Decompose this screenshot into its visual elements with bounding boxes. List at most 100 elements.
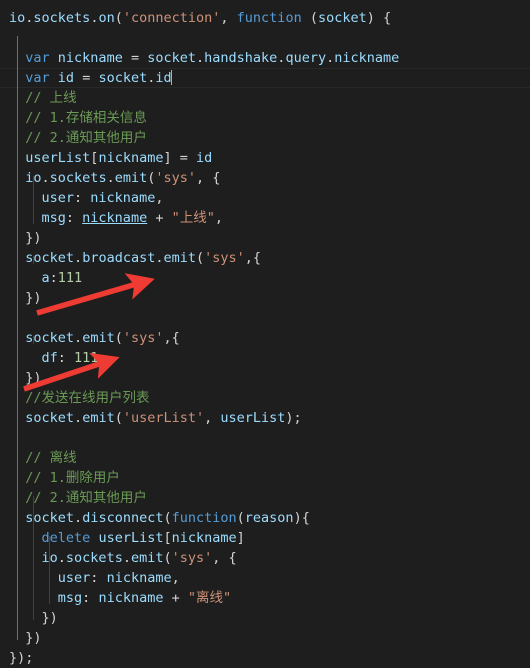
token-comment: // 1.删除用户 bbox=[25, 470, 120, 486]
token-identifier: nickname bbox=[57, 50, 123, 66]
code-line[interactable]: io.sockets.emit('sys', { bbox=[0, 168, 530, 188]
code-line[interactable]: socket.emit('userList', userList); bbox=[0, 408, 530, 428]
token-identifier: socket bbox=[25, 410, 75, 426]
token-string: 'sys' bbox=[155, 170, 197, 186]
token-identifier: emit bbox=[114, 170, 148, 186]
token-identifier: nickname bbox=[334, 50, 400, 66]
token-comment: // 离线 bbox=[25, 450, 77, 466]
code-line[interactable]: // 上线 bbox=[0, 88, 530, 108]
token-identifier-link[interactable]: nickname bbox=[82, 210, 147, 226]
code-line[interactable]: a:111 bbox=[0, 268, 530, 288]
code-line[interactable]: io.sockets.emit('sys', { bbox=[0, 548, 530, 568]
token-identifier: on bbox=[98, 10, 115, 26]
code-line[interactable]: }) bbox=[0, 288, 530, 308]
token-punctuation: . bbox=[122, 550, 131, 566]
code-line[interactable]: socket.broadcast.emit('sys',{ bbox=[0, 248, 530, 268]
token-identifier: id bbox=[57, 70, 75, 86]
token-identifier: reason bbox=[244, 510, 294, 526]
token-identifier: query bbox=[285, 50, 327, 66]
token-punctuation: , bbox=[155, 190, 164, 206]
token-identifier: nickname bbox=[98, 590, 164, 606]
code-line[interactable]: socket.disconnect(function(reason){ bbox=[0, 508, 530, 528]
code-line[interactable]: df: 111 bbox=[0, 348, 530, 368]
token-identifier: socket bbox=[98, 70, 148, 86]
token-keyword: function bbox=[236, 10, 302, 26]
token-property: msg bbox=[41, 210, 66, 226]
token-number: 111 bbox=[57, 270, 83, 286]
code-editor[interactable]: io.sockets.on('connection', function (so… bbox=[0, 0, 530, 666]
token-punctuation: ){ bbox=[293, 510, 310, 526]
token-identifier: sockets bbox=[33, 10, 91, 26]
token-punctuation: }) bbox=[41, 610, 58, 626]
code-line[interactable]: // 2.通知其他用户 bbox=[0, 488, 530, 508]
code-line[interactable]: msg: nickname + "离线" bbox=[0, 588, 530, 608]
code-line[interactable]: // 1.删除用户 bbox=[0, 468, 530, 488]
code-line[interactable]: }) bbox=[0, 628, 530, 648]
token-punctuation: + bbox=[163, 590, 188, 606]
token-punctuation: [ bbox=[163, 530, 172, 546]
token-property: a bbox=[41, 270, 50, 286]
token-identifier: nickname bbox=[98, 150, 164, 166]
code-line[interactable] bbox=[0, 28, 530, 48]
token-number: 111 bbox=[74, 350, 99, 366]
code-line[interactable]: // 1.存储相关信息 bbox=[0, 108, 530, 128]
token-punctuation: = bbox=[74, 70, 99, 86]
code-line-current[interactable]: var id = socket.id bbox=[0, 68, 530, 88]
token-identifier: io bbox=[9, 10, 26, 26]
token-punctuation: ( bbox=[114, 10, 123, 26]
token-punctuation bbox=[50, 70, 58, 86]
token-punctuation bbox=[50, 50, 58, 66]
code-line[interactable]: //发送在线用户列表 bbox=[0, 388, 530, 408]
code-line[interactable]: socket.emit('sys',{ bbox=[0, 328, 530, 348]
token-string: 'sys' bbox=[204, 250, 245, 266]
code-line[interactable]: user: nickname, bbox=[0, 188, 530, 208]
code-line[interactable]: // 离线 bbox=[0, 448, 530, 468]
token-comment: // 2.通知其他用户 bbox=[25, 130, 147, 146]
token-punctuation: }) bbox=[25, 630, 42, 646]
code-line[interactable] bbox=[0, 308, 530, 328]
token-punctuation: : bbox=[74, 190, 91, 206]
code-line[interactable]: }) bbox=[0, 608, 530, 628]
token-identifier: emit bbox=[82, 330, 115, 346]
token-punctuation: ); bbox=[285, 410, 302, 426]
code-line[interactable]: // 2.通知其他用户 bbox=[0, 128, 530, 148]
token-punctuation: }) bbox=[25, 230, 42, 246]
code-line[interactable]: }) bbox=[0, 228, 530, 248]
token-punctuation: : bbox=[82, 590, 99, 606]
code-line[interactable]: }); bbox=[0, 648, 530, 668]
token-punctuation: . bbox=[41, 170, 50, 186]
code-line[interactable]: user: nickname, bbox=[0, 568, 530, 588]
code-line[interactable]: io.sockets.on('connection', function (so… bbox=[0, 8, 530, 28]
code-line[interactable]: delete userList[nickname] bbox=[0, 528, 530, 548]
code-line[interactable]: var nickname = socket.handshake.query.ni… bbox=[0, 48, 530, 68]
code-line[interactable]: }) bbox=[0, 368, 530, 388]
code-line[interactable] bbox=[0, 428, 530, 448]
token-identifier: io bbox=[41, 550, 58, 566]
token-identifier: handshake bbox=[204, 50, 278, 66]
token-identifier: userList bbox=[25, 150, 91, 166]
code-line[interactable]: userList[nickname] = id bbox=[0, 148, 530, 168]
token-identifier: io bbox=[25, 170, 42, 186]
token-punctuation: . bbox=[57, 550, 66, 566]
code-line[interactable]: msg: nickname + "上线", bbox=[0, 208, 530, 228]
token-identifier: id bbox=[195, 150, 213, 166]
token-identifier: nickname bbox=[106, 570, 172, 586]
token-string: 'connection' bbox=[122, 10, 221, 26]
code-content[interactable]: io.sockets.on('connection', function (so… bbox=[0, 0, 530, 668]
